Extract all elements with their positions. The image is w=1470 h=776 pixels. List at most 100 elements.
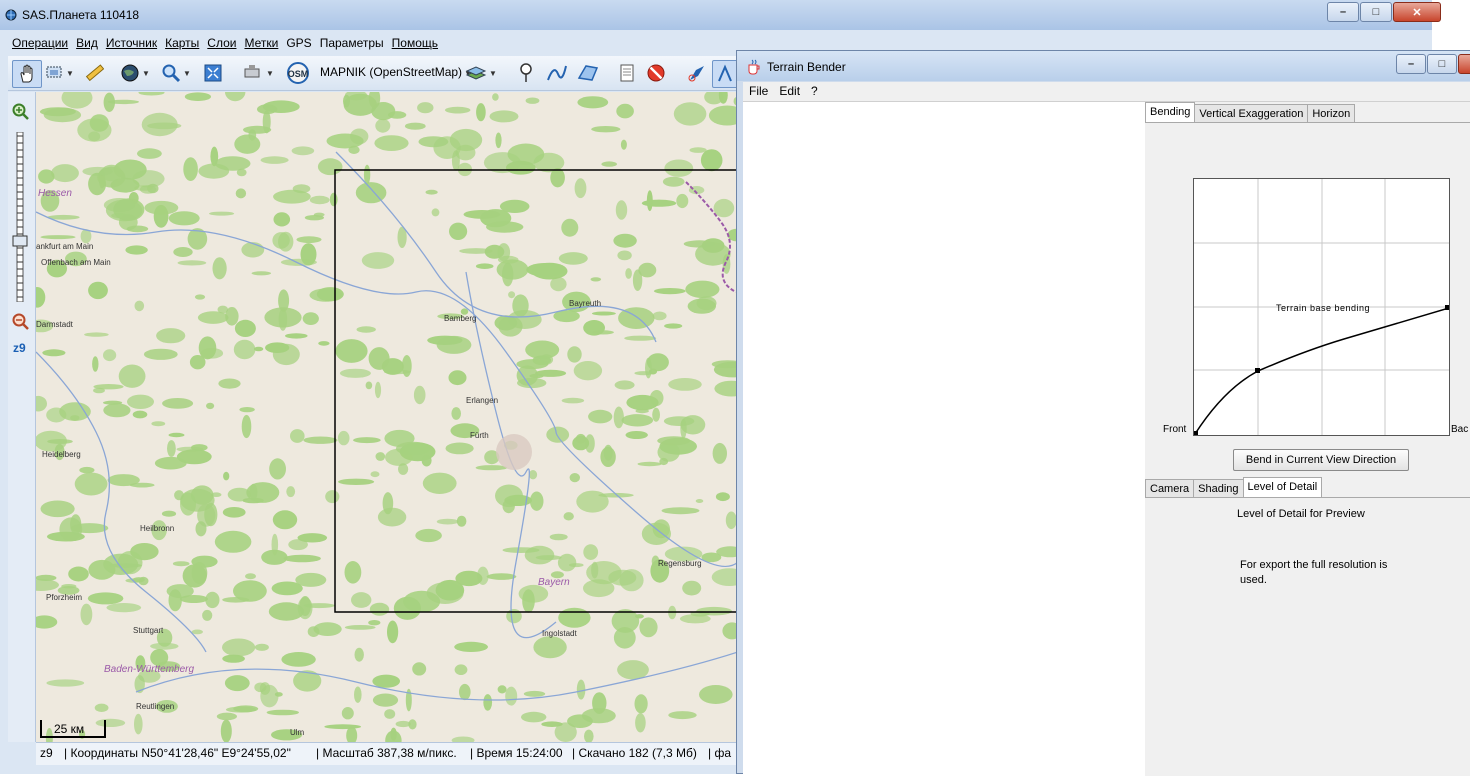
magnifier-icon xyxy=(162,64,181,83)
sas-toolbar: ▼ ▼ ▼ ▼ OSM MAPNIK (OpenStreetMap) ▼ ▼ xyxy=(8,56,738,91)
gps-track-button[interactable] xyxy=(712,60,738,88)
tb-minimize-button[interactable]: – xyxy=(1396,54,1426,74)
tb-window-title: Terrain Bender xyxy=(767,60,846,74)
osm-source-icon[interactable]: OSM xyxy=(284,60,312,86)
maximize-button[interactable]: □ xyxy=(1360,2,1392,22)
osm-logo-icon: OSM xyxy=(287,62,309,84)
map-source-dropdown[interactable]: MAPNIK (OpenStreetMap) ▼ xyxy=(320,65,472,79)
level-of-detail-panel: Level of Detail for Preview For export t… xyxy=(1145,497,1470,776)
map-label-erlangen: Erlangen xyxy=(466,396,499,405)
map-source-label: MAPNIK (OpenStreetMap) xyxy=(320,65,463,79)
marks-list-button[interactable] xyxy=(616,60,638,86)
tb-menu-help[interactable]: ? xyxy=(805,82,823,101)
bending-curve-graph[interactable]: Terrain base bending xyxy=(1193,178,1450,436)
ruler-button[interactable] xyxy=(82,60,106,86)
menu-settings[interactable]: Параметры xyxy=(316,34,388,54)
sas-window-title: SAS.Планета 110418 xyxy=(22,8,140,22)
tb-title-bar: Terrain Bender – □ xyxy=(737,51,1470,81)
java-cup-icon xyxy=(748,59,760,75)
map-label-offenbach: Offenbach am Main xyxy=(41,258,111,267)
add-placemark-button[interactable] xyxy=(514,60,538,86)
graph-title: Terrain base bending xyxy=(1276,303,1371,313)
layers-select-icon xyxy=(46,66,62,78)
zoom-scale-slider[interactable] xyxy=(12,132,28,302)
sas-window-controls: – □ ✕ xyxy=(1326,2,1441,22)
map-label-reutlingen: Reutlingen xyxy=(136,702,175,711)
tb-menu-edit[interactable]: Edit xyxy=(773,82,805,101)
status-bar: z9 | Координаты N50°41'28,46" E9°24'55,0… xyxy=(36,742,738,765)
gps-satellite-icon xyxy=(688,66,704,82)
close-button[interactable]: ✕ xyxy=(1393,2,1441,22)
tab-vertical-exaggeration[interactable]: Vertical Exaggeration xyxy=(1194,104,1309,123)
satellite-button[interactable]: ▼ xyxy=(240,60,276,86)
map-scale-bar: 25 км xyxy=(40,720,106,738)
map-label-frankfurt: ankfurt am Main xyxy=(36,242,94,251)
globe-button[interactable]: ▼ xyxy=(118,60,152,86)
map-label-bayern: Bayern xyxy=(538,577,570,588)
map-label-ingolstadt: Ingolstadt xyxy=(542,629,577,638)
map-label-regensburg: Regensburg xyxy=(658,559,702,568)
menu-gps[interactable]: GPS xyxy=(282,34,315,54)
status-scale: | Масштаб 387,38 м/пикс. xyxy=(316,746,457,760)
menu-source[interactable]: Источник xyxy=(102,34,161,54)
back-label: Bac xyxy=(1451,424,1469,435)
menu-marks[interactable]: Метки xyxy=(240,34,282,54)
layers-button[interactable]: ▼ xyxy=(462,60,500,86)
map-view[interactable]: Hessen ankfurt am Main Offenbach am Main… xyxy=(36,92,738,742)
menu-help[interactable]: Помощь xyxy=(388,34,442,54)
pan-hand-button[interactable] xyxy=(12,60,42,88)
tb-maximize-button[interactable]: □ xyxy=(1427,54,1457,74)
svg-text:OSM: OSM xyxy=(288,69,309,79)
sas-title-bar: SAS.Планета 110418 – □ ✕ xyxy=(0,0,1441,30)
lod-note: For export the full resolution is used. xyxy=(1240,559,1388,586)
tab-camera[interactable]: Camera xyxy=(1145,479,1195,498)
add-polygon-button[interactable] xyxy=(574,60,602,86)
add-path-button[interactable] xyxy=(544,60,570,86)
map-label-baden-wurttemberg: Baden-Württemberg xyxy=(104,664,195,675)
status-zoom: z9 xyxy=(40,746,53,760)
bending-tabs: Bending Vertical Exaggeration Horizon xyxy=(1145,102,1356,123)
fullscreen-icon xyxy=(204,64,222,82)
tab-bending[interactable]: Bending xyxy=(1145,102,1196,123)
map-label-pforzheim: Pforzheim xyxy=(46,593,83,602)
map-label-ulm: Ulm xyxy=(290,728,305,737)
zoom-search-button[interactable]: ▼ xyxy=(158,60,194,86)
tab-horizon[interactable]: Horizon xyxy=(1307,104,1356,123)
tab-shading[interactable]: Shading xyxy=(1193,479,1244,498)
gps-button[interactable] xyxy=(684,60,710,86)
map-label-bamberg: Bamberg xyxy=(444,314,477,323)
map-label-bayreuth: Bayreuth xyxy=(569,299,602,308)
zoom-slider-panel: z9 xyxy=(8,92,36,742)
map-label-hessen: Hessen xyxy=(38,188,72,199)
selection-tool-button[interactable]: ▼ xyxy=(44,60,74,86)
status-time: | Время 15:24:00 xyxy=(470,746,563,760)
tb-menu-file[interactable]: File xyxy=(743,82,773,101)
status-tail: | фа xyxy=(708,746,731,760)
menu-maps[interactable]: Карты xyxy=(161,34,203,54)
settings-tabs: Camera Shading Level of Detail xyxy=(1145,477,1323,498)
sas-menu-bar: Операции Вид Источник Карты Слои Метки G… xyxy=(8,34,442,54)
bend-current-view-button[interactable]: Bend in Current View Direction xyxy=(1233,449,1409,471)
minimize-button[interactable]: – xyxy=(1327,2,1359,22)
terrain-preview-canvas[interactable] xyxy=(743,102,1145,775)
no-entry-icon xyxy=(647,64,665,82)
fullscreen-button[interactable] xyxy=(201,60,225,86)
front-label: Front xyxy=(1163,424,1187,435)
globe-app-icon xyxy=(5,9,17,21)
tb-close-button[interactable] xyxy=(1458,54,1470,74)
map-label-darmstadt: Darmstadt xyxy=(36,320,73,329)
tb-window-controls: – □ xyxy=(1395,54,1470,74)
terrain-bender-window: Terrain Bender – □ File Edit ? Bending V… xyxy=(736,50,1470,776)
zoom-out-icon[interactable] xyxy=(11,312,31,332)
tab-level-of-detail[interactable]: Level of Detail xyxy=(1242,477,1323,498)
tb-control-panel: Bending Vertical Exaggeration Horizon Te… xyxy=(1145,102,1470,776)
menu-layers[interactable]: Слои xyxy=(203,34,240,54)
map-label-stuttgart: Stuttgart xyxy=(133,626,164,635)
zoom-in-icon[interactable] xyxy=(11,102,31,122)
lod-title: Level of Detail for Preview xyxy=(1237,508,1365,520)
stop-button[interactable] xyxy=(644,60,668,86)
control-point-middle xyxy=(1255,368,1260,373)
control-point-front xyxy=(1193,431,1198,436)
menu-operations[interactable]: Операции xyxy=(8,34,72,54)
menu-view[interactable]: Вид xyxy=(72,34,102,54)
